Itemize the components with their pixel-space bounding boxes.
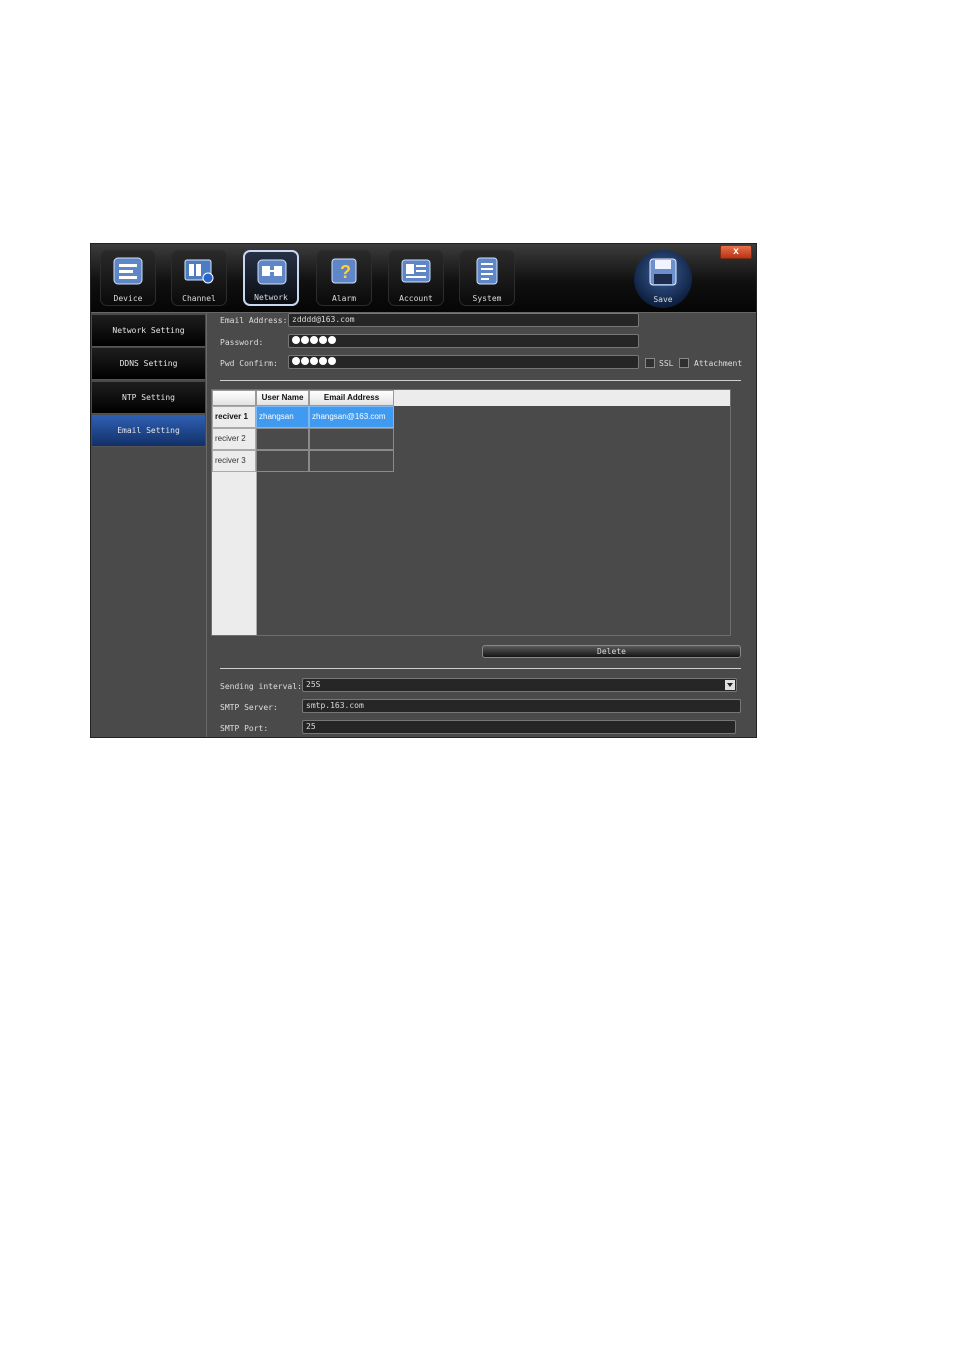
table-cell-user-name[interactable] xyxy=(256,450,309,472)
sidebar-item-ddns-setting[interactable]: DDNS Setting xyxy=(92,348,205,380)
toolbar-network-button[interactable]: Network xyxy=(243,250,299,306)
sidebar-item-email-setting[interactable]: Email Setting xyxy=(92,415,205,447)
toolbar-channel-button[interactable]: Channel xyxy=(171,250,227,306)
account-card-icon xyxy=(401,259,431,283)
sending-interval-label: Sending interval: xyxy=(220,682,302,691)
pwd-confirm-label: Pwd Confirm: xyxy=(220,359,278,368)
toolbar-device-label: Device xyxy=(113,294,143,303)
ssl-checkbox[interactable] xyxy=(645,358,655,368)
sidebar-item-ntp-setting[interactable]: NTP Setting xyxy=(92,382,205,414)
row-header[interactable]: reciver 3 xyxy=(212,450,256,472)
close-button[interactable]: x xyxy=(720,245,752,259)
smtp-port-label: SMTP Port: xyxy=(220,724,269,733)
sending-interval-select[interactable]: 25S xyxy=(302,678,737,692)
ssl-label: SSL xyxy=(659,359,674,368)
toolbar-account-label: Account xyxy=(399,294,433,303)
sending-interval-value: 25S xyxy=(306,680,321,689)
save-label: Save xyxy=(653,295,673,304)
toolbar-system-button[interactable]: System xyxy=(459,250,515,306)
column-header-email-address[interactable]: Email Address xyxy=(309,390,394,406)
device-list-icon xyxy=(113,257,143,285)
password-label: Password: xyxy=(220,338,264,347)
sidebar: Network Setting DDNS Setting NTP Setting… xyxy=(91,313,207,737)
email-settings-panel: Email Address: zdddd@163.com Password: P… xyxy=(207,313,756,737)
row-header[interactable]: reciver 2 xyxy=(212,428,256,450)
column-header-user-name[interactable]: User Name xyxy=(256,390,309,406)
pwd-confirm-field[interactable] xyxy=(288,355,639,369)
table-cell-email-address[interactable] xyxy=(309,450,394,472)
password-mask xyxy=(292,335,337,345)
toolbar-network-label: Network xyxy=(254,293,288,302)
pwd-confirm-mask xyxy=(292,356,337,366)
toolbar-alarm-button[interactable]: ? Alarm xyxy=(316,250,372,306)
floppy-disk-icon xyxy=(649,258,677,286)
smtp-server-label: SMTP Server: xyxy=(220,703,278,712)
table-corner xyxy=(212,390,256,406)
system-document-icon xyxy=(476,257,498,285)
divider xyxy=(220,380,741,381)
chevron-down-icon[interactable] xyxy=(725,680,735,690)
alarm-icon: ? xyxy=(331,258,357,284)
toolbar: x Device Channel Network ? Alarm Account… xyxy=(91,244,756,313)
password-field[interactable] xyxy=(288,334,639,348)
email-address-label: Email Address: xyxy=(220,316,288,325)
sidebar-item-network-setting[interactable]: Network Setting xyxy=(92,315,205,347)
save-button[interactable]: Save xyxy=(634,250,692,308)
channel-film-icon xyxy=(184,259,214,284)
settings-window: x Device Channel Network ? Alarm Account… xyxy=(90,243,757,738)
receivers-table[interactable]: User Name Email Address reciver 1 zhangs… xyxy=(211,389,731,636)
delete-button[interactable]: Delete xyxy=(482,645,741,658)
toolbar-channel-label: Channel xyxy=(182,294,216,303)
table-cell-email-address[interactable]: zhangsan@163.com xyxy=(309,406,394,428)
toolbar-device-button[interactable]: Device xyxy=(100,250,156,306)
table-cell-user-name[interactable]: zhangsan xyxy=(256,406,309,428)
divider xyxy=(220,668,741,669)
toolbar-account-button[interactable]: Account xyxy=(388,250,444,306)
email-address-field[interactable]: zdddd@163.com xyxy=(288,313,639,327)
toolbar-alarm-label: Alarm xyxy=(331,294,357,303)
table-cell-user-name[interactable] xyxy=(256,428,309,450)
smtp-server-field[interactable]: smtp.163.com xyxy=(302,699,741,713)
table-cell-email-address[interactable] xyxy=(309,428,394,450)
attachment-checkbox[interactable] xyxy=(679,358,689,368)
svg-text:?: ? xyxy=(340,262,351,282)
smtp-port-field[interactable]: 25 xyxy=(302,720,736,734)
attachment-label: Attachment xyxy=(694,359,743,368)
toolbar-system-label: System xyxy=(472,294,502,303)
network-icon xyxy=(257,259,287,285)
row-header[interactable]: reciver 1 xyxy=(212,406,256,428)
